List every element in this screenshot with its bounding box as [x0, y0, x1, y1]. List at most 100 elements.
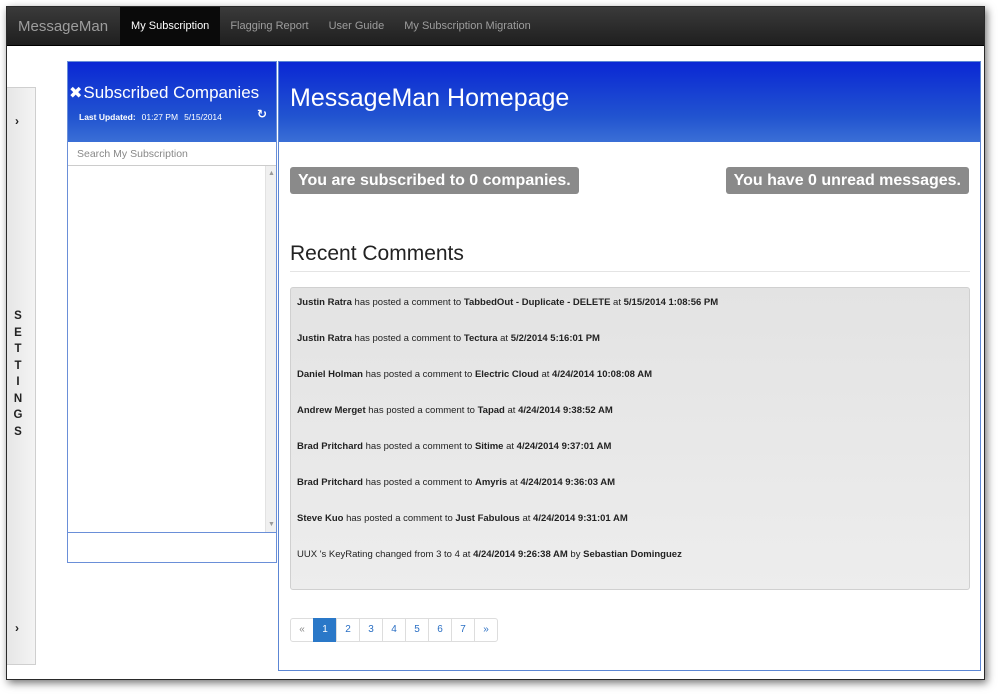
- comment-text: at: [610, 297, 624, 308]
- nav-user-guide[interactable]: User Guide: [319, 7, 395, 45]
- comment-author: Justin Ratra: [297, 297, 352, 308]
- settings-letter: T: [14, 359, 22, 372]
- comment-company: Tapad: [477, 405, 505, 416]
- nav-flagging-report[interactable]: Flagging Report: [220, 7, 318, 45]
- comment-company: Sitime: [474, 441, 504, 452]
- nav-subscription-migration[interactable]: My Subscription Migration: [394, 7, 541, 45]
- comment-item: Justin Ratra has posted a comment to Tec…: [291, 330, 969, 366]
- unread-messages-badge: You have 0 unread messages.: [725, 167, 969, 194]
- comment-company: TabbedOut - Duplicate - DELETE: [463, 297, 611, 308]
- settings-letter: T: [14, 343, 22, 355]
- last-updated: Last Updated: 01:27 PM 5/15/2014: [79, 112, 222, 122]
- expand-settings-bottom-arrow-icon[interactable]: ›: [15, 621, 19, 635]
- expand-settings-arrow-icon[interactable]: ›: [15, 114, 19, 128]
- page-7-button[interactable]: 7: [451, 618, 475, 642]
- settings-letter: S: [14, 425, 22, 438]
- keyrating-by: by: [567, 549, 584, 560]
- keyrating-timestamp: 4/24/2014 9:26:38 AM: [473, 549, 568, 560]
- scroll-down-icon[interactable]: ▼: [268, 521, 275, 528]
- comment-timestamp: 4/24/2014 9:31:01 AM: [533, 513, 628, 524]
- comment-timestamp: 5/15/2014 1:08:56 PM: [623, 297, 719, 308]
- subscribed-header: ✖Subscribed Companies Last Updated: 01:27…: [68, 62, 276, 142]
- comment-text: at: [497, 333, 511, 344]
- top-navbar: MessageMan My Subscription Flagging Repo…: [7, 7, 984, 46]
- settings-letter: I: [16, 376, 20, 388]
- comment-author: Andrew Merget: [297, 405, 366, 416]
- page-next-button[interactable]: »: [474, 618, 498, 642]
- keyrating-user: Sebastian Dominguez: [583, 549, 682, 560]
- comment-author: Brad Pritchard: [297, 477, 363, 488]
- page-3-button[interactable]: 3: [359, 618, 383, 642]
- subscribed-title-text: Subscribed Companies: [83, 83, 260, 102]
- comment-item: Daniel Holman has posted a comment to El…: [291, 366, 969, 402]
- pagination: « 1 2 3 4 5 6 7 »: [290, 618, 498, 642]
- page-2-button[interactable]: 2: [336, 618, 360, 642]
- last-updated-time: 01:27 PM: [141, 112, 179, 122]
- close-icon[interactable]: ✖: [69, 85, 82, 102]
- comment-company: Amyris: [474, 477, 508, 488]
- comment-company: Tectura: [463, 333, 498, 344]
- settings-letter: G: [13, 409, 23, 421]
- homepage-panel: MessageMan Homepage You are subscribed t…: [278, 61, 981, 671]
- subscription-count-badge: You are subscribed to 0 companies.: [290, 167, 579, 194]
- comment-text: has posted a comment to: [351, 297, 464, 308]
- comment-text: has posted a comment to: [365, 405, 478, 416]
- page-1-button[interactable]: 1: [313, 618, 337, 642]
- comment-timestamp: 4/24/2014 10:08:08 AM: [552, 369, 653, 380]
- comment-text: at: [507, 477, 521, 488]
- settings-label: S E T T I N G S: [7, 308, 29, 440]
- refresh-icon[interactable]: ↻: [257, 107, 267, 121]
- subscription-list[interactable]: ▲ ▼: [68, 166, 276, 533]
- comment-text: has posted a comment to: [363, 441, 475, 452]
- comment-company: Just Fabulous: [455, 513, 520, 524]
- scroll-up-icon[interactable]: ▲: [268, 170, 275, 177]
- search-subscription-input[interactable]: [68, 142, 276, 166]
- keyrating-company: UUX: [297, 549, 318, 560]
- comment-text: at: [519, 513, 534, 524]
- last-updated-date: 5/15/2014: [184, 112, 222, 122]
- comment-text: has posted a comment to: [363, 477, 475, 488]
- list-scrollbar[interactable]: ▲ ▼: [265, 166, 276, 532]
- settings-letter: E: [14, 326, 22, 339]
- comment-item: Brad Pritchard has posted a comment to S…: [291, 438, 969, 474]
- settings-rail[interactable]: › S E T T I N G S ›: [7, 87, 36, 665]
- page-prev-button[interactable]: «: [290, 618, 314, 642]
- comment-timestamp: 4/24/2014 9:37:01 AM: [516, 441, 612, 452]
- comment-text: at: [503, 441, 517, 452]
- comment-text: at: [504, 405, 519, 416]
- comment-text: has posted a comment to: [363, 369, 475, 380]
- keyrating-text: 's KeyRating changed from 3 to 4 at: [317, 549, 474, 560]
- comment-author: Steve Kuo: [297, 513, 344, 524]
- comment-timestamp: 4/24/2014 9:38:52 AM: [518, 405, 613, 416]
- recent-comments-heading: Recent Comments: [290, 242, 464, 265]
- last-updated-label: Last Updated:: [79, 112, 136, 122]
- page-4-button[interactable]: 4: [382, 618, 406, 642]
- comment-timestamp: 5/2/2014 5:16:01 PM: [510, 333, 600, 344]
- recent-comments-list: Justin Ratra has posted a comment to Tab…: [290, 287, 970, 590]
- settings-letter: S: [14, 310, 22, 322]
- comment-author: Brad Pritchard: [297, 441, 363, 452]
- comment-text: at: [538, 369, 553, 380]
- page-6-button[interactable]: 6: [428, 618, 452, 642]
- comment-author: Justin Ratra: [297, 333, 352, 344]
- subscribed-companies-panel: ✖Subscribed Companies Last Updated: 01:27…: [67, 61, 277, 563]
- settings-letter: N: [13, 392, 23, 405]
- comment-item: Brad Pritchard has posted a comment to A…: [291, 474, 969, 510]
- comment-timestamp: 4/24/2014 9:36:03 AM: [520, 477, 616, 488]
- app-window: MessageMan My Subscription Flagging Repo…: [6, 6, 985, 680]
- page-5-button[interactable]: 5: [405, 618, 429, 642]
- comment-item: Justin Ratra has posted a comment to Tab…: [291, 294, 969, 330]
- comment-text: has posted a comment to: [351, 333, 464, 344]
- subscribed-title: ✖Subscribed Companies: [69, 83, 259, 103]
- comment-item: Andrew Merget has posted a comment to Ta…: [291, 402, 969, 438]
- brand-link[interactable]: MessageMan: [7, 7, 120, 45]
- homepage-header: MessageMan Homepage: [279, 62, 980, 142]
- comment-company: Electric Cloud: [474, 369, 539, 380]
- comment-author: Daniel Holman: [297, 369, 363, 380]
- comment-item: Steve Kuo has posted a comment to Just F…: [291, 510, 969, 546]
- comment-text: has posted a comment to: [343, 513, 456, 524]
- page-title: MessageMan Homepage: [290, 84, 570, 112]
- keyrating-item: UUX 's KeyRating changed from 3 to 4 at …: [291, 546, 969, 582]
- divider: [290, 271, 970, 272]
- nav-my-subscription[interactable]: My Subscription: [120, 7, 221, 45]
